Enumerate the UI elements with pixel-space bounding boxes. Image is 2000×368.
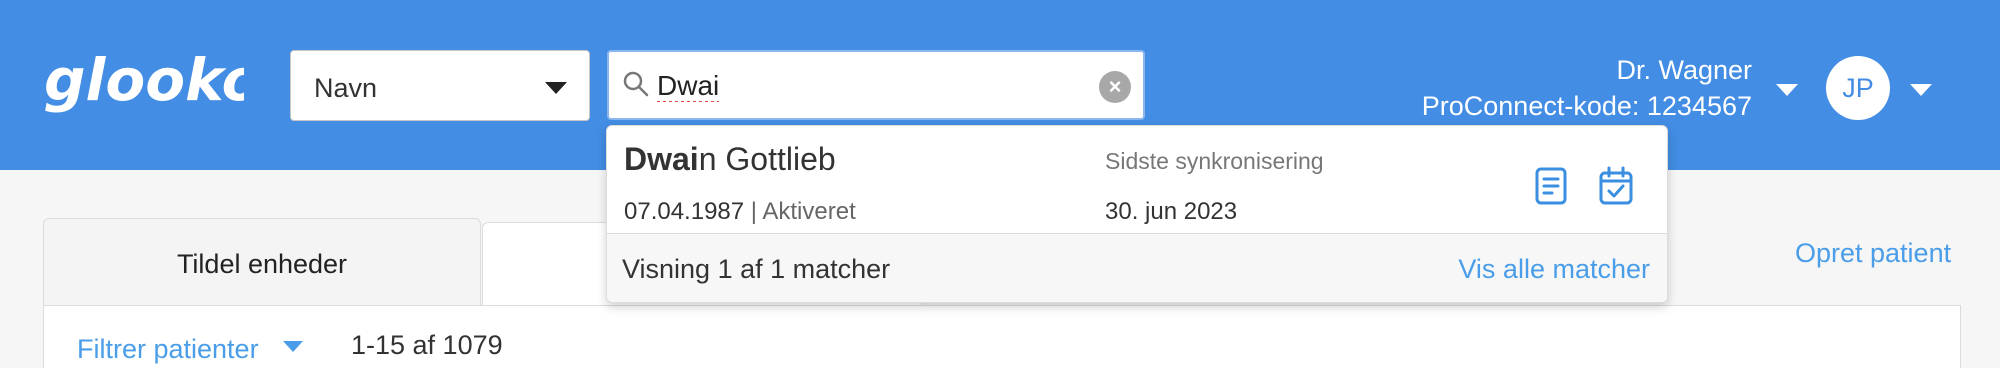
avatar[interactable]: JP [1826, 56, 1890, 120]
search-results-dropdown: Dwain Gottlieb 07.04.1987 | Aktiveret Si… [606, 125, 1668, 303]
filter-patients-link[interactable]: Filtrer patienter [77, 334, 259, 365]
svg-text:glooko: glooko [44, 46, 244, 114]
patient-list-panel [43, 305, 1961, 368]
search-type-select[interactable]: Navn [290, 50, 590, 121]
separator: | [744, 198, 763, 225]
clear-search-icon[interactable]: × [1099, 71, 1131, 103]
tab-label: Tildel enheder [176, 249, 348, 279]
result-dob-status: 07.04.1987 | Aktiveret [624, 198, 856, 226]
match-count: Visning 1 af 1 matcher [622, 254, 891, 284]
filter-chevron-icon[interactable] [283, 341, 303, 352]
calendar-check-icon[interactable] [1598, 166, 1634, 206]
user-info[interactable]: Dr. Wagner ProConnect-kode: 1234567 [1422, 52, 1752, 124]
chevron-down-icon [545, 82, 567, 94]
search-type-value: Navn [314, 73, 378, 103]
user-menu-chevron-icon[interactable] [1776, 84, 1798, 96]
search-icon [623, 71, 649, 97]
name-rest: n Gottlieb [698, 141, 836, 177]
user-name: Dr. Wagner [1616, 55, 1752, 85]
create-patient-link[interactable]: Opret patient [1795, 238, 1951, 269]
sync-date: 30. jun 2023 [1105, 198, 1238, 225]
avatar-menu-chevron-icon[interactable] [1910, 84, 1932, 96]
tab-assign-devices[interactable]: Tildel enheder [43, 218, 481, 308]
search-result-item[interactable]: Dwain Gottlieb 07.04.1987 | Aktiveret Si… [607, 126, 1667, 234]
search-input[interactable] [657, 66, 1077, 106]
search-results-footer: Visning 1 af 1 matcher Vis alle matcher [607, 234, 1667, 302]
patient-search-box[interactable]: × [607, 50, 1145, 120]
sync-label: Sidste synkronisering [1105, 148, 1324, 174]
result-status: Aktiveret [762, 198, 856, 225]
result-patient-name: Dwain Gottlieb [624, 141, 836, 178]
patient-count: 1-15 af 1079 [351, 330, 503, 360]
glooko-logo[interactable]: glooko [44, 44, 244, 124]
report-icon[interactable] [1533, 166, 1569, 206]
name-match: Dwai [624, 141, 699, 177]
result-dob: 07.04.1987 [624, 198, 745, 225]
view-all-matches-link[interactable]: Vis alle matcher [1458, 254, 1650, 285]
proconnect-code: ProConnect-kode: 1234567 [1421, 91, 1752, 121]
